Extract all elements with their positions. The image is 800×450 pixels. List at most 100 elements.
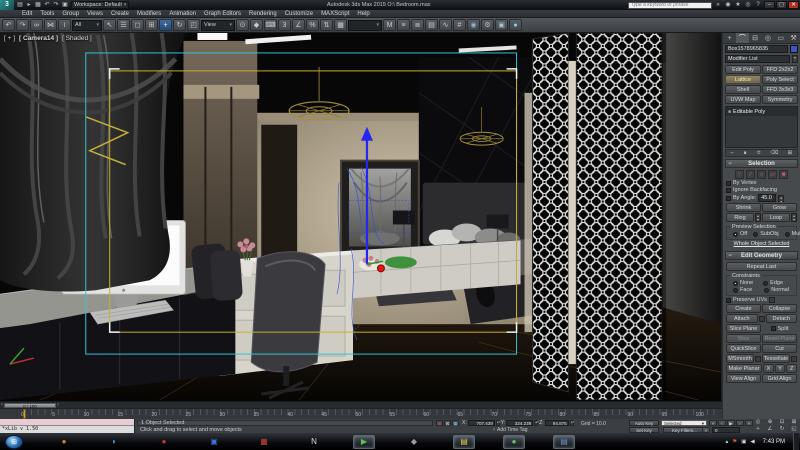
ring-spinner[interactable]: ▴▾ [755,213,761,222]
modifier-list-dropdown[interactable]: Modifier List [725,55,790,63]
search-input[interactable] [628,2,712,9]
make-planar-button[interactable]: Make Planar [726,364,762,373]
object-color-swatch[interactable] [790,45,798,53]
constraint-none-radio[interactable]: None [733,280,753,286]
align-icon[interactable]: ≡ [397,19,410,31]
percent-snap-icon[interactable]: % [306,19,319,31]
x-coordinate-field[interactable]: 707.439 [468,420,495,426]
loop-button[interactable]: Loop [762,213,790,222]
modifier-set-button[interactable]: FFD 3x3x3 [762,85,798,94]
taskbar-app-6[interactable]: N [303,435,325,449]
select-scale-icon[interactable]: ◰ [187,19,200,31]
taskbar-app-2[interactable]: ◗ [103,435,125,449]
attach-settings[interactable] [759,316,765,322]
auto-key-button[interactable]: Auto Key [629,420,659,426]
modifier-set-button[interactable]: Poly Select [762,75,798,84]
grid-align-button[interactable]: Grid Align [762,374,797,383]
taskbar-app-1[interactable]: ● [53,435,75,449]
collapse-button[interactable]: Collapse [762,304,797,313]
tab-display[interactable]: ▭ [774,33,787,43]
edge-subobject-icon[interactable]: ∕ [746,170,755,179]
menu-item[interactable]: MAXScript [317,11,353,17]
reset-plane-button[interactable]: Reset Plane [762,334,797,343]
modifier-set-button[interactable]: Symmetry [762,95,798,104]
tessellate-settings[interactable] [791,356,797,362]
ribbon-toggle-icon[interactable]: ▤ [425,19,438,31]
menu-item[interactable]: Group [58,11,83,17]
render-setup-icon[interactable]: ⚙ [481,19,494,31]
taskbar-app-11[interactable]: ▤ [553,435,575,449]
play-button[interactable]: ▶ [727,420,735,426]
menu-item[interactable]: Graph Editors [200,11,245,17]
menu-item[interactable]: Animation [165,11,200,17]
previous-frame-button[interactable]: ‹ [718,420,726,426]
pin-stack-icon[interactable]: ⌐ [731,150,734,156]
menu-item[interactable]: Create [107,11,133,17]
constraint-edge-radio[interactable]: Edge [763,280,783,286]
modifier-set-button[interactable]: Shell [725,85,761,94]
selection-filter-dropdown[interactable]: All▾ [72,20,102,31]
element-subobject-icon[interactable]: ■ [779,170,788,179]
new-scene-icon[interactable]: ▤ [16,1,24,9]
attach-button[interactable]: Attach [726,314,758,323]
msmooth-settings[interactable] [755,356,761,362]
configure-modifier-sets-icon[interactable]: ⊞ [788,150,793,156]
vertex-subobject-icon[interactable]: ∵ [735,170,744,179]
named-sets-icon[interactable]: ▦ [334,19,347,31]
start-button[interactable]: ⊞ [5,435,23,449]
pan-icon[interactable]: + [752,426,764,433]
zoom-all-icon[interactable]: ⊕ [764,419,776,426]
shrink-button[interactable]: Shrink [726,203,761,212]
unlink-icon[interactable]: ⋈ [44,19,57,31]
volume-icon[interactable]: ◀ [750,439,754,445]
angle-value-field[interactable]: 45.0 [758,194,776,202]
tab-utilities[interactable]: ⚒ [787,33,800,43]
quickslice-button[interactable]: QuickSlice [726,344,761,353]
maximize-button[interactable]: ▢ [776,1,787,9]
macro-recorder-line[interactable] [0,419,134,426]
repeat-last-button[interactable]: Repeat Last [726,262,797,271]
select-by-name-icon[interactable]: ☰ [117,19,130,31]
lattice-panel-left[interactable] [532,33,568,392]
modifier-set-button[interactable]: Edit Poly [725,65,761,74]
y-coordinate-field[interactable]: 324.239 [506,420,533,426]
taskbar-app-3[interactable]: ● [153,435,175,449]
edit-geometry-rollout-header[interactable]: − Edit Geometry [725,251,798,260]
mirror-icon[interactable]: M [383,19,396,31]
menu-item[interactable]: Rendering [245,11,281,17]
show-desktop-button[interactable] [793,433,799,450]
absolute-offset-toggle-icon[interactable]: ▦ [452,420,459,426]
modifier-set-button[interactable]: FFD 2x2x2 [762,65,798,74]
make-unique-icon[interactable]: ≎ [756,150,761,156]
modifier-set-button[interactable]: UVW Map [725,95,761,104]
menu-item[interactable]: Customize [281,11,317,17]
selection-rollout-header[interactable]: − Selection [725,159,798,168]
workspace-dropdown[interactable]: Workspace: Default ▾ [71,1,129,9]
split-checkbox[interactable]: Split [762,324,797,333]
minimize-button[interactable]: – [764,1,775,9]
menu-item[interactable]: Edit [18,11,36,17]
taskbar-app-10[interactable]: ● [503,435,525,449]
side-chairs[interactable] [191,243,243,301]
maximize-viewport-icon[interactable]: ◱ [788,426,800,433]
tab-motion[interactable]: ◎ [761,33,774,43]
object-name-field[interactable]: Box1578965835 [725,45,788,53]
maxscript-mini-listener[interactable]: *xLib v 1.50 [0,419,135,433]
grow-button[interactable]: Grow [762,203,797,212]
community-icon[interactable]: ◎ [744,1,752,9]
angle-snap-icon[interactable]: ∠ [292,19,305,31]
create-button[interactable]: Create [726,304,761,313]
tab-modify[interactable]: ⌒ [736,33,749,43]
slice-button[interactable]: Slice [726,334,761,343]
tab-hierarchy[interactable]: ⊟ [749,33,762,43]
curve-editor-icon[interactable]: ∿ [439,19,452,31]
help-icon[interactable]: ? [754,1,762,9]
viewport-shading-label[interactable]: [ Shaded ] [62,35,92,42]
open-file-icon[interactable]: ▸ [25,1,33,9]
application-menu-icon[interactable]: 3 [0,0,14,10]
bind-spacewarp-icon[interactable]: ≀ [58,19,71,31]
zoom-extents-all-icon[interactable]: ⊞ [788,419,800,426]
next-frame-button[interactable]: › [736,420,744,426]
menu-item[interactable]: Views [83,11,107,17]
preview-off-radio[interactable]: Off [733,231,747,237]
